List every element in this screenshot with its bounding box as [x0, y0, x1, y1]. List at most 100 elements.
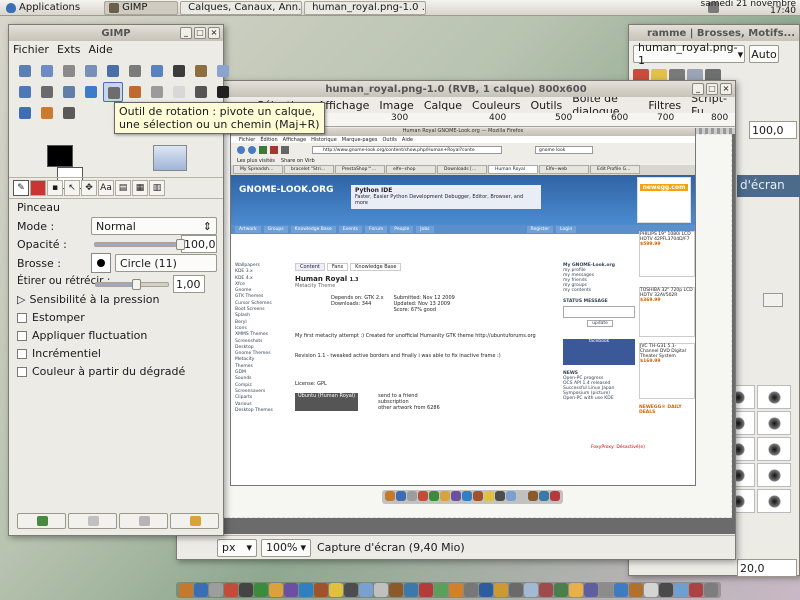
clock[interactable]: samedi 21 novembre 17:40 [701, 0, 797, 16]
paths-icon[interactable] [169, 61, 189, 81]
mode-select[interactable]: Normal ⇕ [91, 217, 217, 235]
lasso-icon[interactable] [59, 61, 79, 81]
rotate-tool-icon[interactable] [103, 82, 123, 102]
brush-tab-icon[interactable]: ▪ [47, 180, 63, 196]
dock-app-icon[interactable] [539, 583, 553, 597]
close-button[interactable]: × [208, 27, 220, 39]
applications-menu[interactable]: Applications [0, 0, 86, 16]
move-icon[interactable] [37, 82, 57, 102]
dock-app-icon[interactable] [479, 583, 493, 597]
dock-app-icon[interactable] [284, 583, 298, 597]
buffer-tab-icon[interactable]: ▥ [149, 180, 165, 196]
minimize-button[interactable]: _ [180, 27, 192, 39]
flip-icon[interactable] [191, 82, 211, 102]
dock-app-icon[interactable] [419, 583, 433, 597]
template-tab-icon[interactable]: ▦ [132, 180, 148, 196]
brush-preview[interactable] [91, 253, 111, 273]
delete-options-button[interactable] [119, 513, 168, 529]
text-icon[interactable] [213, 82, 233, 102]
dock-app-icon[interactable] [554, 583, 568, 597]
stretch-slider[interactable] [95, 278, 169, 290]
checkbox[interactable] [17, 312, 27, 323]
stretch-spin[interactable]: 1,00 [173, 275, 205, 293]
dock-app-icon[interactable] [659, 583, 673, 597]
checkbox[interactable] [17, 330, 27, 341]
dock-app-icon[interactable] [524, 583, 538, 597]
brush-thumb[interactable] [757, 463, 791, 487]
dock-app-icon[interactable] [644, 583, 658, 597]
dock-app-icon[interactable] [374, 583, 388, 597]
spacing-spin[interactable]: 20,0 [737, 559, 797, 577]
toolbox-titlebar[interactable]: GIMP _ □ × [9, 25, 223, 41]
dock-app-icon[interactable] [614, 583, 628, 597]
opacity-spin[interactable]: 100,0 [181, 235, 217, 253]
paintbrush-tab-icon[interactable]: ✎ [13, 180, 29, 196]
active-image-thumbnail[interactable] [153, 145, 187, 171]
maximize-button[interactable]: □ [706, 83, 718, 95]
foreground-select-icon[interactable] [147, 61, 167, 81]
navigation-tab-icon[interactable]: ✥ [81, 180, 97, 196]
menu-layer[interactable]: Calque [424, 99, 462, 112]
dock-app-icon[interactable] [464, 583, 478, 597]
close-button[interactable]: × [720, 83, 732, 95]
blend-icon[interactable] [37, 103, 57, 123]
dock-app-icon[interactable] [584, 583, 598, 597]
dock-app-icon[interactable] [239, 583, 253, 597]
dock-app-icon[interactable] [314, 583, 328, 597]
dock-app-icon[interactable] [224, 583, 238, 597]
pointer-tab-icon[interactable]: ↖ [64, 180, 80, 196]
align-icon[interactable] [59, 82, 79, 102]
foreground-color-swatch[interactable] [47, 145, 73, 167]
image-select[interactable]: human_royal.png-1 ▾ [633, 41, 745, 67]
checkbox-gradient[interactable]: Couleur à partir du dégradé [17, 365, 185, 378]
taskbar-item-layers[interactable]: Calques, Canaux, Ann... [180, 0, 303, 15]
layer-thumb[interactable]: d'écran [737, 175, 800, 197]
taskbar-item-gimp[interactable]: GIMP [104, 0, 179, 15]
brush-thumb[interactable] [757, 385, 791, 409]
dock-app-icon[interactable] [704, 583, 718, 597]
document-tab-icon[interactable]: ▤ [115, 180, 131, 196]
dock-app-icon[interactable] [299, 583, 313, 597]
dock-panel-titlebar[interactable]: ramme | Brosses, Motifs... [629, 25, 799, 41]
menu-view[interactable]: Affichage [318, 99, 370, 112]
dock-app-icon[interactable] [179, 583, 193, 597]
shear-icon[interactable] [147, 82, 167, 102]
stretch-slider-knob[interactable] [131, 278, 141, 290]
brush-thumb[interactable] [757, 489, 791, 513]
brush-name-field[interactable]: Circle (11) [115, 254, 217, 272]
dock-app-icon[interactable] [209, 583, 223, 597]
maximize-button[interactable]: □ [194, 27, 206, 39]
dock-app-icon[interactable] [359, 583, 373, 597]
menu-colors[interactable]: Couleurs [472, 99, 520, 112]
opacity-slider-knob[interactable] [176, 238, 186, 250]
brush-thumb[interactable] [757, 411, 791, 435]
unit-select[interactable]: px ▾ [217, 538, 257, 557]
reset-options-button[interactable] [170, 513, 219, 529]
pencil-icon[interactable] [59, 103, 79, 123]
menu-tools[interactable]: Outils [530, 99, 562, 112]
save-options-button[interactable] [17, 513, 66, 529]
dock-app-icon[interactable] [389, 583, 403, 597]
dock-app-icon[interactable] [434, 583, 448, 597]
dock-app-icon[interactable] [344, 583, 358, 597]
checkbox-incremental[interactable]: Incrémentiel [17, 347, 101, 360]
dock-app-icon[interactable] [569, 583, 583, 597]
delete-layer-button[interactable] [763, 293, 783, 307]
dock-app-icon[interactable] [269, 583, 283, 597]
color-tab-icon[interactable] [30, 180, 46, 196]
dock-app-icon[interactable] [509, 583, 523, 597]
brush-thumb[interactable] [757, 437, 791, 461]
checkbox-jitter[interactable]: Appliquer fluctuation [17, 329, 147, 342]
menu-exts[interactable]: Exts [57, 43, 81, 56]
fuzzy-select-icon[interactable] [81, 61, 101, 81]
dock-app-icon[interactable] [494, 583, 508, 597]
checkbox[interactable] [17, 366, 27, 377]
scissors-icon[interactable] [125, 61, 145, 81]
color-picker-icon[interactable] [191, 61, 211, 81]
rect-select-icon[interactable] [15, 61, 35, 81]
dock-app-icon[interactable] [674, 583, 688, 597]
perspective-icon[interactable] [169, 82, 189, 102]
font-tab-icon[interactable]: Aa [98, 180, 114, 196]
image-window-titlebar[interactable]: human_royal.png-1.0 (RVB, 1 calque) 800x… [177, 81, 735, 97]
menu-help[interactable]: Aide [88, 43, 112, 56]
